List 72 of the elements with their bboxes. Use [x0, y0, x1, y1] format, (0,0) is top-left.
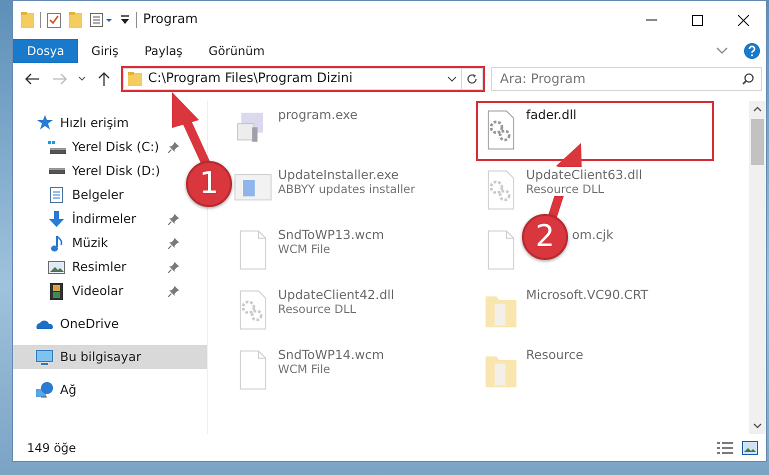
nav-item[interactable]: Yerel Disk (C:)	[13, 135, 185, 159]
scroll-up-icon[interactable]	[753, 106, 762, 112]
ribbon-tab[interactable]: Dosya	[13, 39, 78, 63]
pin-icon[interactable]	[168, 142, 179, 152]
folder-icon	[128, 72, 142, 86]
refresh-icon	[466, 73, 478, 85]
file-name[interactable]: om.cjk	[572, 227, 614, 242]
up-arrow-icon	[98, 72, 110, 86]
refresh-button[interactable]	[461, 68, 483, 90]
ribbon-tab[interactable]: Görünüm	[196, 39, 278, 63]
large-icons-view-icon[interactable]	[742, 440, 758, 454]
details-view-icon[interactable]	[90, 12, 112, 28]
nav-item[interactable]: Belgeler	[13, 183, 185, 207]
nav-item[interactable]: Bu bilgisayar	[13, 345, 207, 369]
file-type: Resource DLL	[278, 302, 356, 316]
file-name[interactable]: UpdateClient42.dll	[278, 287, 394, 302]
document-icon	[50, 187, 63, 203]
nav-item[interactable]: Müzik	[13, 231, 185, 255]
nav-item[interactable]: Videolar	[13, 279, 185, 303]
pin-icon[interactable]	[168, 262, 179, 272]
file-name[interactable]: Resource	[526, 347, 584, 362]
file-name[interactable]: UpdateInstaller.exe	[278, 167, 399, 182]
pin-icon[interactable]	[168, 286, 179, 296]
ribbon-tab[interactable]: Paylaş	[131, 39, 196, 63]
item-count: 149 öğe	[27, 440, 76, 456]
file-name[interactable]: SndToWP14.wcm	[278, 347, 384, 362]
star-icon	[36, 115, 54, 131]
file-name[interactable]: UpdateClient63.dll	[526, 167, 642, 182]
back-arrow-icon	[25, 73, 39, 85]
search-field[interactable]: Ara: Program	[491, 67, 762, 91]
caret-icon	[78, 76, 86, 82]
minimize-icon	[646, 19, 656, 21]
scroll-down-icon[interactable]	[753, 423, 762, 429]
picture-icon	[48, 260, 65, 274]
nav-item[interactable]: İndirmeler	[13, 207, 185, 231]
search-icon[interactable]	[742, 73, 754, 85]
computer-icon	[36, 350, 53, 364]
details-view-icon[interactable]	[716, 440, 734, 454]
nav-item[interactable]: Ağ	[13, 378, 82, 402]
film-icon	[50, 282, 63, 300]
file-name[interactable]: fader.dll	[526, 107, 577, 122]
drive-icon	[48, 168, 64, 174]
file-name[interactable]: Microsoft.VC90.CRT	[526, 287, 648, 302]
file-type: WCM File	[278, 362, 330, 376]
nav-item[interactable]: Resimler	[13, 255, 185, 279]
ribbon-tab[interactable]: Giriş	[78, 39, 132, 63]
scrollbar[interactable]	[749, 101, 766, 434]
pin-icon[interactable]	[168, 214, 179, 224]
cloud-icon	[36, 318, 53, 330]
file-type: Resource DLL	[526, 182, 604, 196]
checklist-icon[interactable]	[47, 12, 61, 28]
close-icon	[738, 14, 748, 26]
download-arrow-icon	[49, 211, 64, 227]
window-title: Program	[143, 11, 198, 30]
customize-arrow-icon[interactable]	[120, 15, 130, 25]
file-type: ABBYY updates installer	[278, 182, 416, 196]
nav-item[interactable]: Yerel Disk (D:)	[13, 159, 185, 183]
expand-ribbon-icon[interactable]	[716, 47, 728, 55]
address-field[interactable]: C:\Program Files\Program Dizini	[123, 68, 461, 90]
scrollbar-thumb[interactable]	[751, 119, 764, 165]
nav-item[interactable]: Hızlı erişim	[13, 111, 135, 135]
forward-arrow-icon	[53, 73, 67, 85]
maximize-icon	[692, 14, 702, 26]
help-icon[interactable]	[744, 43, 760, 59]
file-name[interactable]: SndToWP13.wcm	[278, 227, 384, 242]
drive-icon	[48, 140, 66, 154]
file-type: WCM File	[278, 242, 330, 256]
nav-item[interactable]: OneDrive	[13, 312, 125, 336]
pin-icon[interactable]	[168, 238, 179, 248]
network-icon	[36, 382, 53, 398]
dropdown-caret-icon[interactable]	[447, 76, 457, 82]
music-note-icon	[50, 234, 62, 252]
